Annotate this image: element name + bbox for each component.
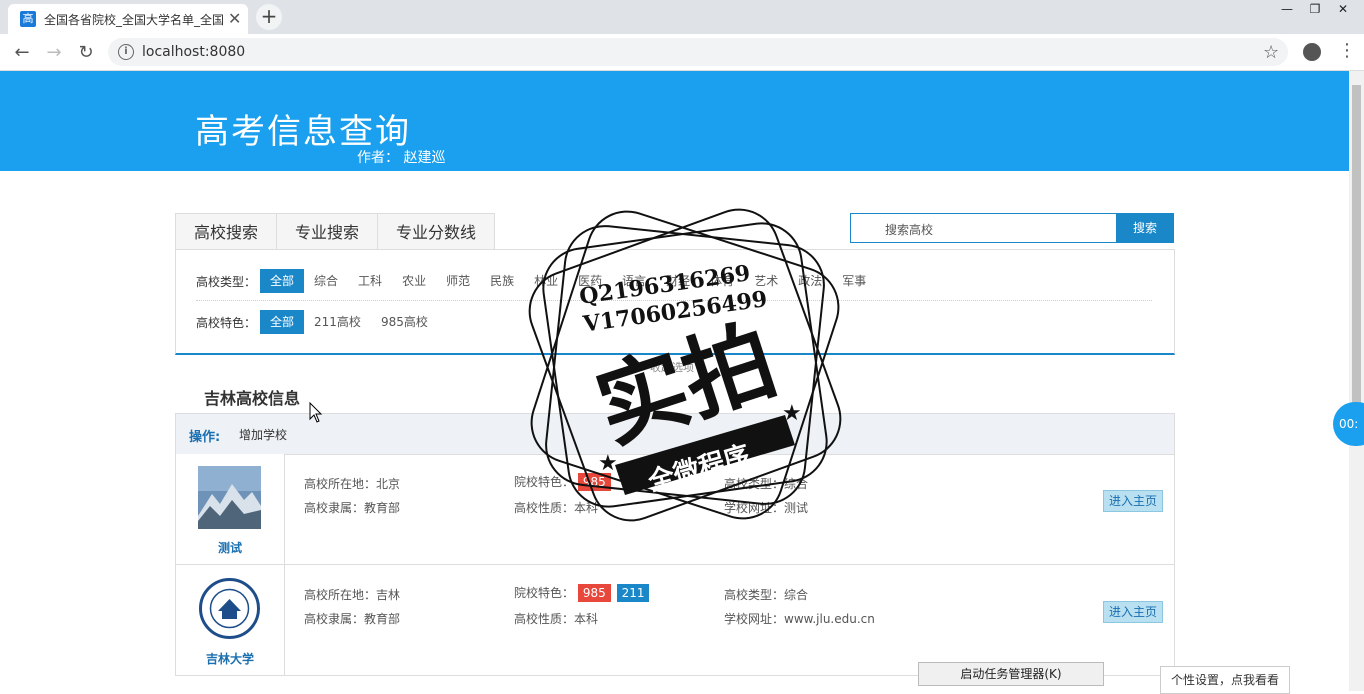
badge-985: 985	[577, 584, 611, 602]
type-option[interactable]: 综合	[304, 269, 348, 293]
school-name[interactable]: 吉林大学	[176, 650, 284, 667]
feature-option[interactable]: 211高校	[304, 310, 371, 334]
school-logo-cell: 测试	[176, 454, 285, 564]
site-author: 作者： 赵建巡	[357, 150, 446, 166]
browser-titlebar: 高 全国各省院校_全国大学名单_全国 ✕ + — ❐ ✕	[0, 0, 1364, 34]
filter-tabs: 高校搜索 专业搜索 专业分数线	[175, 213, 496, 250]
add-school-link[interactable]: 增加学校	[239, 426, 287, 443]
school-image[interactable]	[198, 466, 261, 529]
type-filter-label: 高校类型：	[196, 274, 257, 289]
reload-icon[interactable]: ↻	[76, 42, 96, 63]
school-features: 院校特色： 985 211	[514, 584, 651, 602]
url-text: localhost:8080	[142, 44, 246, 60]
school-affiliation: 高校隶属：教育部	[304, 501, 401, 515]
type-option[interactable]: 工科	[348, 269, 392, 293]
school-row: 测试 高校所在地：北京 高校隶属：教育部 院校特色： 985 高校性质：本科 高…	[175, 454, 1175, 565]
filter-panel: 高校类型： 全部 综合 工科 农业 师范 民族 林业 医药 语言 财经 体育 艺…	[175, 249, 1175, 355]
type-option[interactable]: 语言	[612, 269, 656, 293]
task-manager-menu-item[interactable]: 启动任务管理器(K)	[918, 662, 1104, 686]
feature-label: 院校特色：	[514, 475, 575, 489]
school-type: 高校类型：综合	[724, 477, 809, 491]
badge-211: 211	[616, 584, 650, 602]
school-affiliation: 高校隶属：教育部	[304, 612, 401, 626]
search-placeholder: 搜索高校	[885, 223, 934, 237]
type-option[interactable]: 财经	[656, 269, 700, 293]
close-tab-icon[interactable]: ✕	[228, 9, 241, 28]
school-nature: 高校性质：本科	[514, 501, 599, 515]
minimize-button[interactable]: —	[1274, 0, 1300, 18]
new-tab-button[interactable]: +	[256, 4, 282, 30]
school-name[interactable]: 测试	[176, 539, 284, 556]
feature-filter-row: 高校特色： 全部 211高校 985高校	[196, 310, 438, 334]
school-website: 学校网址：www.jlu.edu.cn	[724, 612, 875, 626]
badge-985: 985	[577, 473, 611, 491]
school-row: 吉林大学 高校所在地：吉林 高校隶属：教育部 院校特色： 985 211 高校性…	[175, 565, 1175, 676]
mouse-cursor-icon	[309, 402, 323, 423]
type-option[interactable]: 医药	[568, 269, 612, 293]
tab-title: 全国各省院校_全国大学名单_全国	[44, 13, 224, 27]
browser-tab[interactable]: 高 全国各省院校_全国大学名单_全国 ✕	[8, 4, 248, 34]
type-option[interactable]: 艺术	[744, 269, 788, 293]
school-website: 学校网址：测试	[724, 501, 809, 515]
info-icon[interactable]: i	[118, 44, 134, 60]
collapse-options-link[interactable]: 收起选项	[650, 359, 694, 375]
type-filter-row: 高校类型： 全部 综合 工科 农业 师范 民族 林业 医药 语言 财经 体育 艺…	[196, 269, 876, 293]
type-option[interactable]: 农业	[392, 269, 436, 293]
feature-option[interactable]: 全部	[260, 310, 305, 334]
feature-filter-label: 高校特色：	[196, 315, 257, 330]
tab-major-scores[interactable]: 专业分数线	[377, 213, 496, 250]
tab-school-search[interactable]: 高校搜索	[175, 213, 278, 250]
enter-homepage-button[interactable]: 进入主页	[1103, 601, 1163, 623]
site-title: 高考信息查询	[195, 112, 411, 152]
type-option[interactable]: 林业	[524, 269, 568, 293]
site-header: 高考信息查询 作者： 赵建巡	[0, 71, 1349, 171]
type-option[interactable]: 全部	[260, 269, 305, 293]
school-logo-cell: 吉林大学	[176, 565, 285, 675]
search-input[interactable]: 搜索高校	[850, 213, 1117, 243]
filter-divider	[196, 300, 1152, 301]
page-scrollbar[interactable]	[1349, 71, 1364, 691]
bookmark-star-icon[interactable]: ☆	[1263, 42, 1279, 63]
tab-major-search[interactable]: 专业搜索	[276, 213, 379, 250]
menu-dots-icon[interactable]: ⋮	[1338, 40, 1356, 61]
type-option[interactable]: 政法	[788, 269, 832, 293]
personal-settings-popup[interactable]: 个性设置，点我看看	[1160, 666, 1290, 694]
account-icon[interactable]	[1303, 43, 1321, 61]
back-arrow-icon[interactable]: ←	[12, 42, 32, 63]
school-type: 高校类型：综合	[724, 588, 809, 602]
favicon-icon: 高	[20, 11, 36, 27]
operations-label: 操作:	[189, 430, 221, 445]
feature-label: 院校特色：	[514, 586, 575, 600]
school-location: 高校所在地：北京	[304, 477, 401, 491]
school-logo[interactable]	[198, 577, 261, 640]
window-controls: — ❐ ✕	[1274, 0, 1356, 20]
type-option[interactable]: 体育	[700, 269, 744, 293]
school-location: 高校所在地：吉林	[304, 588, 401, 602]
feature-option[interactable]: 985高校	[371, 310, 438, 334]
scrollbar-thumb[interactable]	[1352, 85, 1361, 403]
close-window-button[interactable]: ✕	[1330, 0, 1356, 18]
restore-button[interactable]: ❐	[1302, 0, 1328, 18]
type-option[interactable]: 军事	[832, 269, 876, 293]
operations-bar: 操作: 增加学校	[175, 413, 1175, 455]
search-button[interactable]: 搜索	[1116, 213, 1174, 243]
address-bar[interactable]: i localhost:8080	[108, 38, 1288, 66]
school-features: 院校特色： 985	[514, 473, 613, 491]
enter-homepage-button[interactable]: 进入主页	[1103, 490, 1163, 512]
forward-arrow-icon[interactable]: →	[44, 42, 64, 63]
section-title: 吉林高校信息	[204, 389, 301, 408]
type-option[interactable]: 师范	[436, 269, 480, 293]
browser-toolbar: ← → ↻ i localhost:8080	[0, 34, 1364, 71]
type-option[interactable]: 民族	[480, 269, 524, 293]
timer-widget[interactable]: 00:	[1333, 402, 1364, 446]
school-nature: 高校性质：本科	[514, 612, 599, 626]
